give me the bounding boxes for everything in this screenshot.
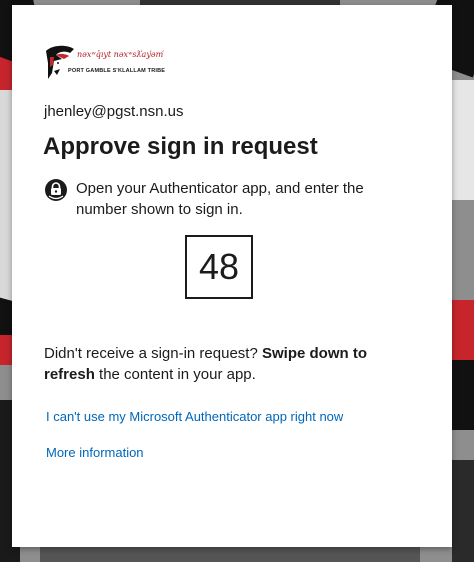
authenticator-lock-icon (44, 178, 68, 202)
tribe-logo: nəxʷq̓ıyt nəxʷsƛ̕ay̕əm̕ PORT GAMBLE S'KL… (44, 43, 166, 81)
cant-use-authenticator-link[interactable]: I can't use my Microsoft Authenticator a… (46, 409, 343, 424)
orca-logo-icon (46, 45, 74, 79)
background-shape-dark (452, 460, 474, 562)
page-title: Approve sign in request (43, 133, 318, 160)
background-shape-dark (452, 360, 474, 430)
approval-number: 48 (198, 246, 240, 287)
more-information-link[interactable]: More information (46, 445, 144, 460)
background-shape-red (452, 300, 474, 360)
authenticator-instruction-text: Open your Authenticator app, and enter t… (76, 180, 364, 218)
no-request-help-text: Didn't receive a sign-in request? Swipe … (44, 343, 396, 385)
account-identity: jhenley@pgst.nsn.us (44, 103, 184, 120)
logo-tribe-name: PORT GAMBLE S'KLALLAM TRIBE (68, 68, 166, 74)
authenticator-instruction-row: Open your Authenticator app, and enter t… (44, 178, 384, 220)
background-shape-dark (40, 545, 420, 562)
approval-number-display: 48 (185, 235, 253, 299)
logo-tribal-name: nəxʷq̓ıyt nəxʷsƛ̕ay̕əm̕ (77, 50, 164, 59)
help-text-prefix: Didn't receive a sign-in request? (44, 345, 262, 362)
help-text-suffix: the content in your app. (94, 366, 256, 383)
background-shape-light (452, 80, 474, 200)
